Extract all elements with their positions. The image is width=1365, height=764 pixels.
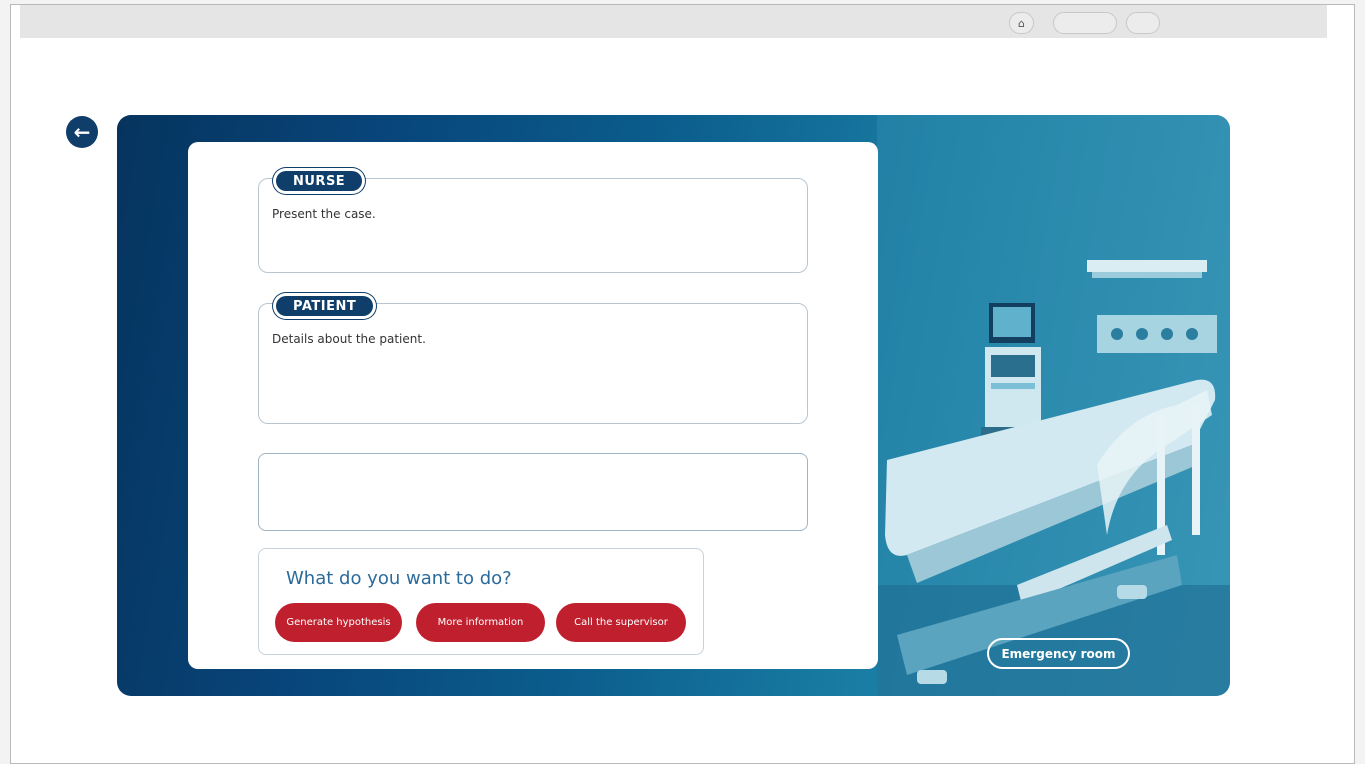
patient-bubble: PATIENT Details about the patient.	[258, 293, 808, 424]
action-title: What do you want to do?	[286, 568, 512, 589]
top-toolbar: ⌂	[20, 5, 1327, 38]
speaker-label: NURSE	[273, 168, 366, 194]
call-supervisor-button[interactable]: Call the supervisor	[556, 603, 686, 642]
home-icon: ⌂	[1018, 16, 1025, 30]
bubble-text: Present the case.	[272, 207, 376, 221]
arrow-left-icon: ←	[73, 120, 91, 144]
action-panel: What do you want to do? Generate hypothe…	[258, 548, 704, 655]
bubble-text: Details about the patient.	[272, 332, 426, 346]
response-box[interactable]	[258, 453, 808, 531]
home-button[interactable]: ⌂	[1009, 12, 1034, 34]
back-button[interactable]: ←	[66, 116, 98, 148]
more-information-button[interactable]: More information	[416, 603, 545, 642]
speaker-label: PATIENT	[273, 293, 377, 319]
nurse-bubble: NURSE Present the case.	[258, 168, 808, 273]
dialogue-card: NURSE Present the case. PATIENT Details …	[188, 142, 878, 669]
toolbar-pill-button[interactable]	[1053, 12, 1117, 34]
location-badge[interactable]: Emergency room	[987, 638, 1130, 669]
generate-hypothesis-button[interactable]: Generate hypothesis	[275, 603, 402, 642]
toolbar-round-button[interactable]	[1126, 12, 1160, 34]
